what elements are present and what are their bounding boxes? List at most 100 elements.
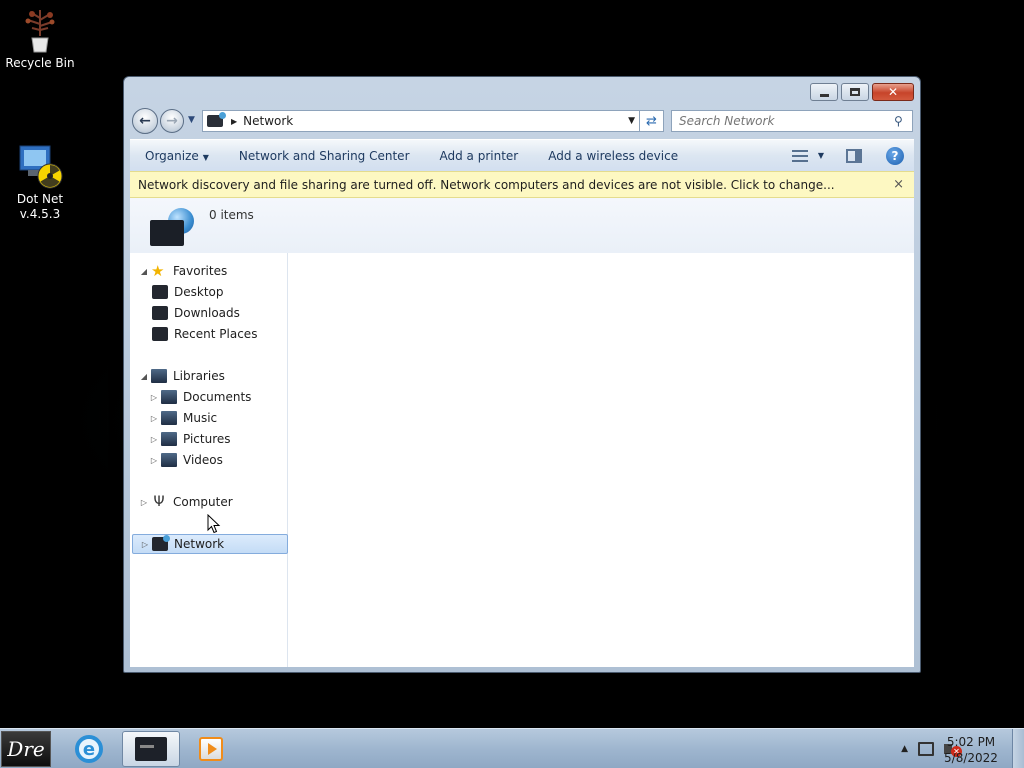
maximize-button[interactable] <box>841 83 869 101</box>
nav-item-videos[interactable]: ▷ Videos <box>130 450 286 470</box>
taskbar-media-player[interactable] <box>182 731 240 767</box>
search-box[interactable]: ⚲ <box>671 110 913 132</box>
star-icon: ★ <box>151 262 165 280</box>
item-count: 0 items <box>209 208 254 222</box>
maximize-icon <box>850 88 860 96</box>
libraries-icon <box>151 369 167 383</box>
nav-network[interactable]: ▷ Network <box>132 534 288 554</box>
documents-library-icon <box>161 390 177 404</box>
refresh-button[interactable]: ⇄ <box>640 110 664 132</box>
minimize-button[interactable] <box>810 83 838 101</box>
content-area: ◢ ★ Favorites Desktop Downloads Recent P… <box>130 253 914 667</box>
close-icon: ✕ <box>887 85 899 99</box>
organize-button[interactable]: Organize ▼ <box>130 149 224 163</box>
navigation-pane[interactable]: ◢ ★ Favorites Desktop Downloads Recent P… <box>130 253 288 667</box>
minimize-icon <box>819 93 829 97</box>
computer-icon: Ψ <box>153 494 165 510</box>
collapsed-arrow-icon[interactable]: ▷ <box>147 435 161 444</box>
nav-label: Videos <box>183 453 223 467</box>
organize-label: Organize <box>145 148 199 163</box>
back-button[interactable]: ← <box>132 108 158 134</box>
nav-favorites[interactable]: ◢ ★ Favorites <box>130 261 286 281</box>
help-icon[interactable]: ? <box>886 146 904 165</box>
nav-label: Music <box>183 411 218 425</box>
nav-label: Libraries <box>173 369 225 383</box>
search-input[interactable] <box>672 112 894 130</box>
desktop-icon-label: Recycle Bin <box>5 56 75 70</box>
internet-explorer-icon: e <box>75 735 103 763</box>
collapsed-arrow-icon[interactable]: ▷ <box>147 414 161 423</box>
downloads-folder-icon <box>152 306 168 320</box>
network-icon <box>207 112 226 127</box>
breadcrumb-network[interactable]: Network <box>243 114 293 128</box>
taskbar-internet-explorer[interactable]: e <box>60 731 118 767</box>
nav-computer[interactable]: ▷ Ψ Computer <box>130 492 286 512</box>
add-wireless-device-button[interactable]: Add a wireless device <box>533 149 693 163</box>
recent-pages-dropdown[interactable]: ▼ <box>188 115 195 125</box>
details-header: 0 items <box>130 198 914 253</box>
nav-item-recent-places[interactable]: Recent Places <box>130 324 286 344</box>
infobar-close-icon[interactable]: × <box>893 177 904 192</box>
music-library-icon <box>161 411 177 425</box>
network-status-icon[interactable] <box>918 742 934 756</box>
explorer-window[interactable]: ✕ ← → ▼ ▶ Network ▼ ⇄ ⚲ Organize▼ Networ… <box>123 76 921 673</box>
network-icon <box>152 535 170 551</box>
recent-places-icon <box>152 327 168 341</box>
command-bar-right: ▼ ? <box>791 146 904 165</box>
nav-item-downloads[interactable]: Downloads <box>130 303 286 323</box>
network-discovery-infobar[interactable]: Network discovery and file sharing are t… <box>130 171 914 198</box>
collapsed-arrow-icon[interactable]: ▷ <box>138 540 152 549</box>
nav-item-documents[interactable]: ▷ Documents <box>130 387 286 407</box>
caption-buttons: ✕ <box>810 83 914 101</box>
network-large-icon <box>148 206 194 248</box>
taskbar-windows-explorer[interactable] <box>122 731 180 767</box>
expanded-arrow-icon[interactable]: ◢ <box>137 267 151 276</box>
expanded-arrow-icon[interactable]: ◢ <box>137 372 151 381</box>
nav-label: Recent Places <box>174 327 258 341</box>
nav-item-desktop[interactable]: Desktop <box>130 282 286 302</box>
command-bar: Organize ▼ Network and Sharing Center Add… <box>130 139 914 171</box>
nav-label: Favorites <box>173 264 228 278</box>
view-options-dropdown-icon[interactable]: ▼ <box>818 151 824 160</box>
start-button[interactable]: Dre <box>1 731 51 767</box>
nav-label: Computer <box>173 495 233 509</box>
breadcrumb-arrow-icon[interactable]: ▶ <box>231 117 237 126</box>
clock-time: 5:02 PM <box>946 735 996 749</box>
nav-label: Downloads <box>174 306 240 320</box>
nav-label: Network <box>174 537 225 551</box>
desktop-folder-icon <box>152 285 168 299</box>
show-desktop-button[interactable] <box>1012 729 1024 768</box>
nav-item-pictures[interactable]: ▷ Pictures <box>130 429 286 449</box>
collapsed-arrow-icon[interactable]: ▷ <box>137 498 151 507</box>
collapsed-arrow-icon[interactable]: ▷ <box>147 456 161 465</box>
clock[interactable]: 5:02 PM 5/8/2022 <box>936 734 1006 766</box>
preview-pane-icon[interactable] <box>846 148 862 163</box>
infobar-message: Network discovery and file sharing are t… <box>138 177 835 192</box>
change-view-icon[interactable] <box>791 149 808 162</box>
desktop-icon-label: Dot Net v.4.5.3 <box>16 192 64 221</box>
desktop-icon-recycle-bin[interactable]: Recycle Bin <box>0 6 80 71</box>
address-row: ← → ▼ ▶ Network ▼ ⇄ ⚲ <box>130 107 914 135</box>
nav-label: Desktop <box>174 285 224 299</box>
nav-item-music[interactable]: ▷ Music <box>130 408 286 428</box>
network-sharing-center-button[interactable]: Network and Sharing Center <box>224 149 425 163</box>
nav-label: Pictures <box>183 432 231 446</box>
add-printer-button[interactable]: Add a printer <box>425 149 534 163</box>
desktop-icon-dotnet[interactable]: Dot Net v.4.5.3 <box>0 112 80 237</box>
file-list-pane[interactable] <box>289 253 914 667</box>
search-icon[interactable]: ⚲ <box>894 114 912 128</box>
clock-date: 5/8/2022 <box>944 751 998 765</box>
nav-libraries[interactable]: ◢ Libraries <box>130 366 286 386</box>
address-bar[interactable]: ▶ Network ▼ <box>202 110 640 132</box>
address-dropdown-icon[interactable]: ▼ <box>628 116 635 126</box>
videos-library-icon <box>161 453 177 467</box>
collapsed-arrow-icon[interactable]: ▷ <box>147 393 161 402</box>
taskbar: Dre e ▲ ✕ 5:02 PM 5/8/2022 <box>0 728 1024 768</box>
nav-label: Documents <box>183 390 252 404</box>
recycle-bin-icon <box>16 6 64 54</box>
windows-explorer-icon <box>135 737 167 761</box>
show-hidden-icons-icon[interactable]: ▲ <box>901 744 908 754</box>
forward-button[interactable]: → <box>160 109 184 133</box>
close-button[interactable]: ✕ <box>872 83 914 101</box>
pictures-library-icon <box>161 432 177 446</box>
